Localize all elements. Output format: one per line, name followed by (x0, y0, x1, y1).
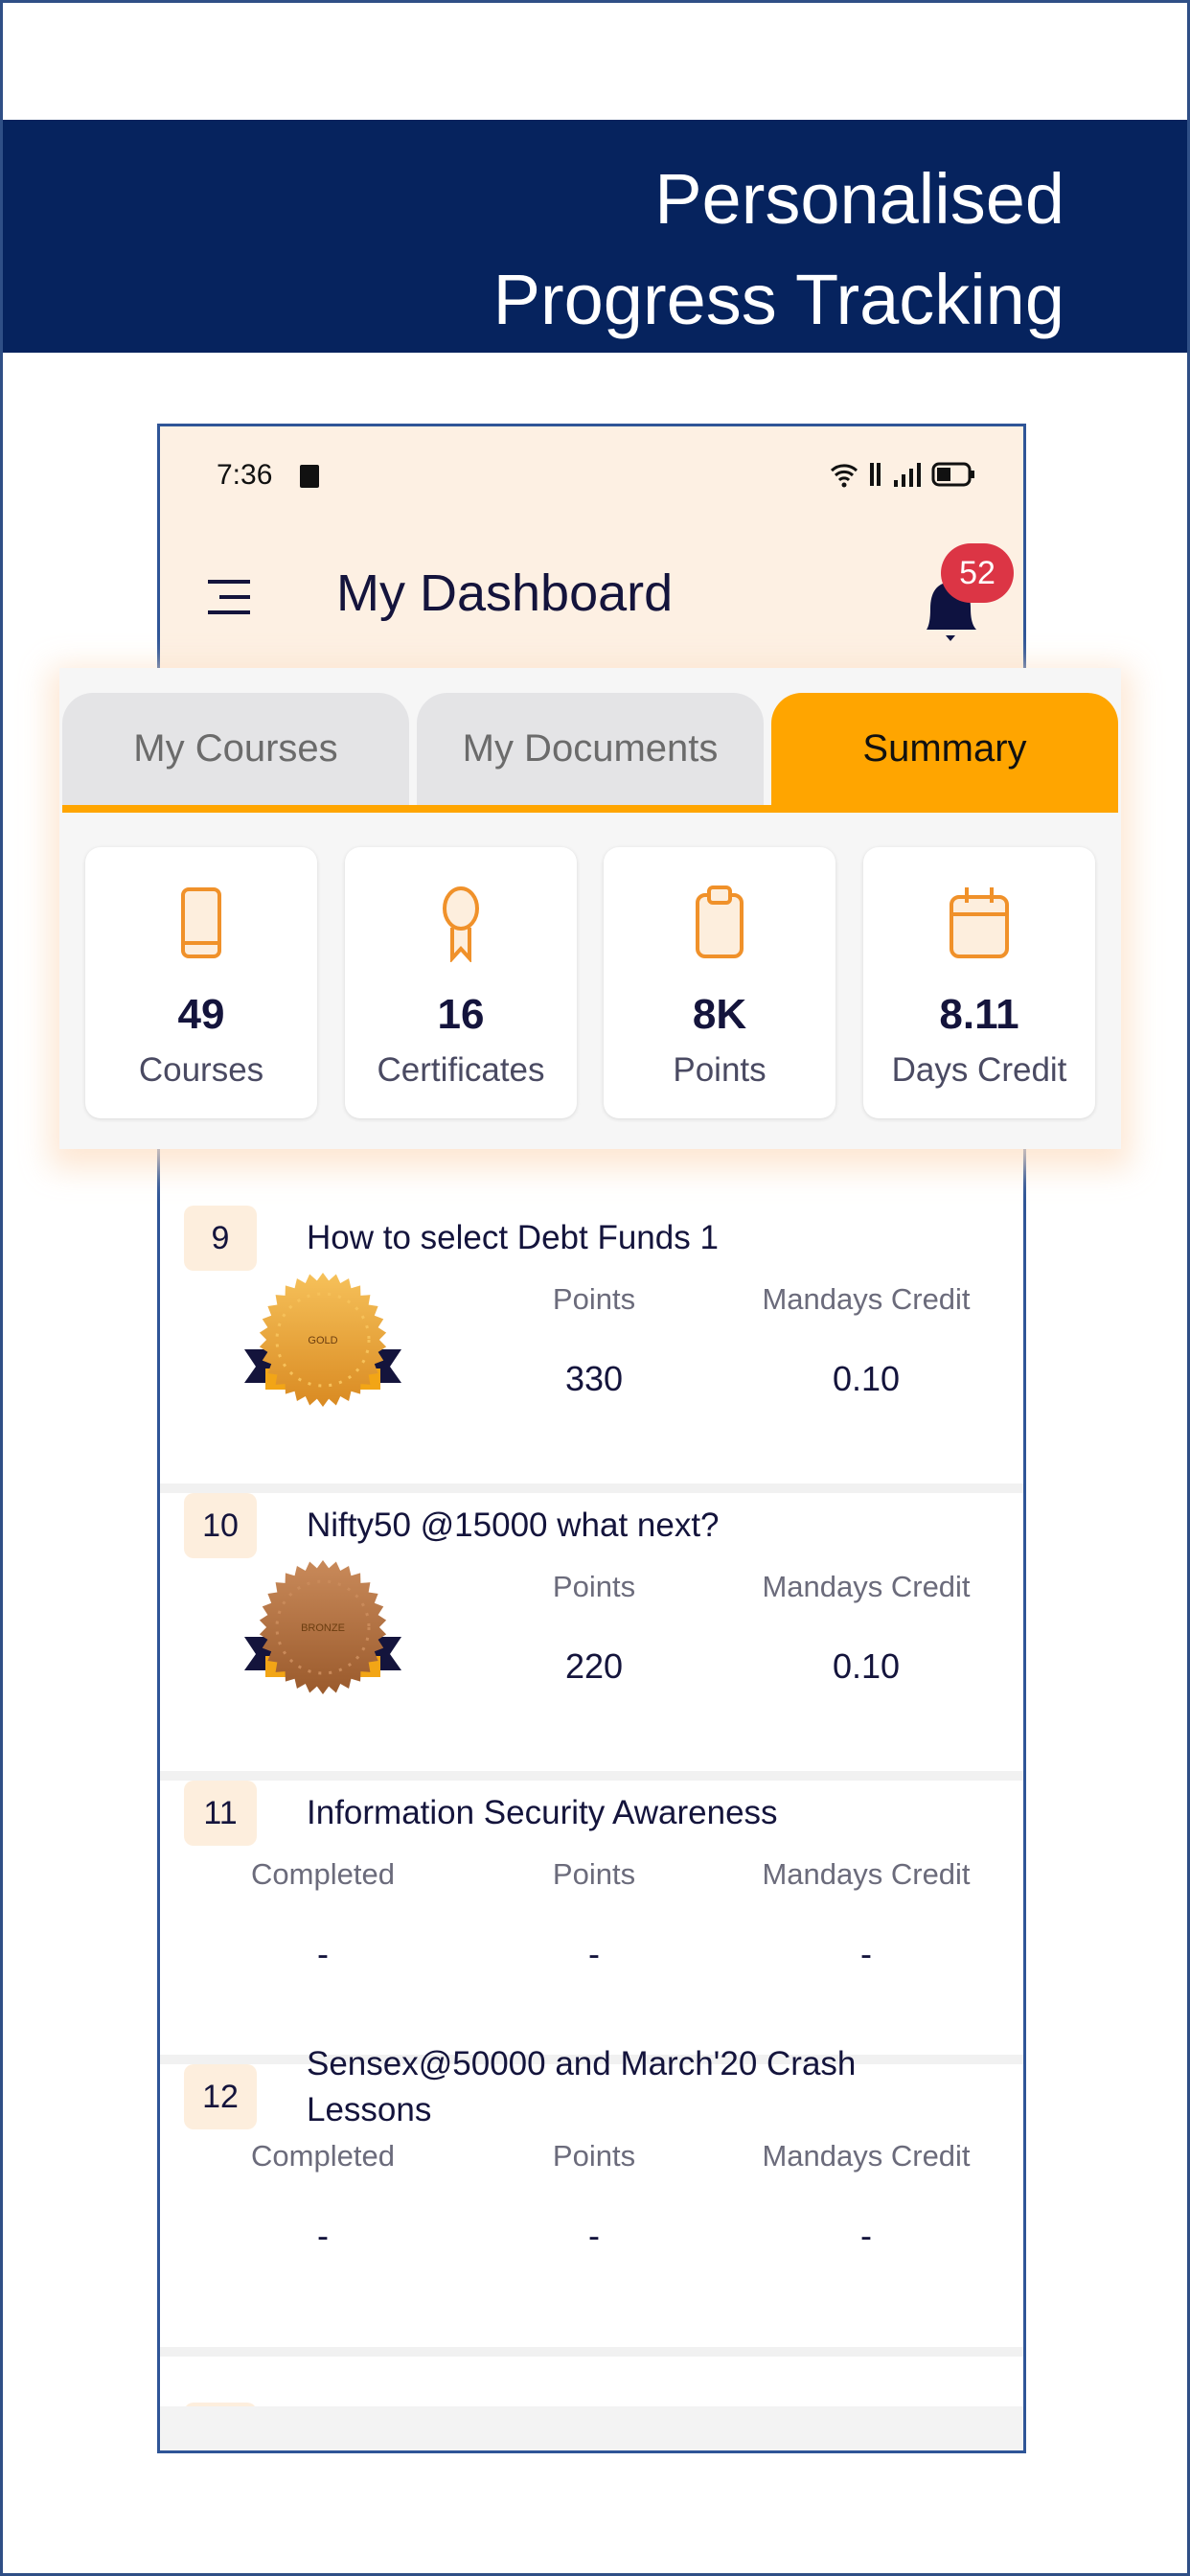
stat-label: Points (673, 1051, 767, 1089)
book-icon (181, 887, 221, 958)
award-icon (443, 886, 479, 962)
mandays-label: Mandays Credit (762, 1857, 971, 1891)
stat-card-certificates[interactable]: 16 Certificates (345, 847, 577, 1118)
completed-label: Completed (251, 1857, 395, 1891)
mandays-value: 0.10 (832, 1646, 901, 1686)
stat-value: 16 (437, 991, 485, 1038)
completed-value: - (317, 1934, 329, 1973)
page-title: My Dashboard (336, 564, 674, 622)
tab-my-documents[interactable]: My Documents (417, 693, 764, 805)
stat-label: Courses (138, 1051, 264, 1089)
stat-value: 8.11 (939, 991, 1019, 1038)
app-header: 7:36 My Dashboard 52 (160, 426, 1023, 671)
mandays-value: - (860, 1934, 872, 1973)
completed-label: Completed (251, 2139, 395, 2173)
points-label: Points (552, 1857, 636, 1891)
stat-card-points[interactable]: 8K Points (604, 847, 835, 1118)
stat-value: 8K (692, 991, 747, 1038)
battery-icon (931, 462, 974, 487)
clipboard-icon (696, 886, 744, 958)
points-value: - (588, 1934, 600, 1973)
points-value: 330 (564, 1359, 624, 1398)
gold-medal-icon: GOLD (244, 1273, 401, 1407)
course-number: 11 (184, 1781, 257, 1846)
banner-title-line1: Personalised (654, 159, 1064, 239)
stat-label: Days Credit (891, 1051, 1067, 1089)
points-label: Points (552, 2139, 636, 2173)
divider (160, 2347, 1023, 2357)
course-title: Sensex@50000 and March'20 Crash Lessons (307, 2045, 857, 2128)
mandays-label: Mandays Credit (762, 1570, 971, 1603)
svg-text:BRONZE: BRONZE (301, 1622, 345, 1634)
points-label: Points (552, 1570, 636, 1603)
stat-label: Certificates (377, 1051, 545, 1089)
course-number: 12 (184, 2064, 257, 2129)
notification-badge: 52 (941, 543, 1014, 603)
stat-value: 49 (177, 991, 225, 1038)
status-time: 7:36 (217, 459, 273, 491)
stat-card-days-credit[interactable]: 8.11 Days Credit (863, 847, 1095, 1118)
points-label: Points (552, 1282, 636, 1316)
divider (160, 1484, 1023, 1493)
svg-text:GOLD: GOLD (308, 1335, 337, 1346)
stat-card-courses[interactable]: 49 Courses (85, 847, 317, 1118)
mandays-label: Mandays Credit (762, 2139, 971, 2173)
signal-icon (894, 463, 921, 487)
course-title: Information Security Awareness (307, 1794, 778, 1831)
volte-icon (870, 463, 881, 486)
banner: Personalised Progress Tracking (3, 120, 1187, 353)
completed-value: - (317, 2216, 329, 2255)
mandays-label: Mandays Credit (762, 1282, 971, 1316)
tab-my-courses[interactable]: My Courses (62, 693, 409, 805)
menu-button[interactable] (208, 580, 250, 614)
wifi-icon (830, 464, 858, 488)
mandays-value: 0.10 (832, 1359, 901, 1398)
points-value: 220 (564, 1646, 624, 1686)
tab-summary[interactable]: Summary (771, 693, 1118, 805)
notification-icon (300, 465, 319, 488)
tab-underline (62, 805, 1118, 813)
bronze-medal-icon: BRONZE (244, 1560, 401, 1694)
calendar-icon (950, 887, 1009, 958)
points-value: - (588, 2216, 600, 2255)
summary-panel: My Courses My Documents Summary 49 Cours… (59, 668, 1121, 1149)
status-icons (830, 461, 975, 488)
divider (160, 1771, 1023, 1781)
bottom-bar (160, 2406, 1023, 2450)
mandays-value: - (860, 2216, 872, 2255)
banner-title-line2: Progress Tracking (492, 260, 1064, 339)
